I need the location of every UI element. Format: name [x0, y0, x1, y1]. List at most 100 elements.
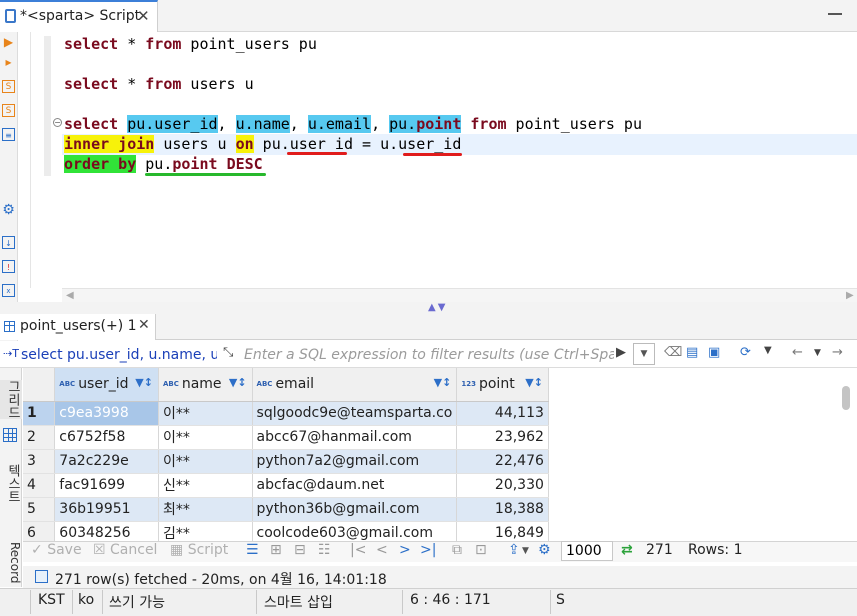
cell-user-id[interactable]: c9ea3998 [54, 401, 159, 426]
sql-line-4[interactable]: inner join users u on pu.user_id = u.use… [64, 135, 461, 153]
filter-history-dropdown[interactable]: ▼ [633, 343, 655, 365]
cell-point[interactable]: 18,388 [456, 497, 549, 522]
cell-point[interactable]: 20,330 [456, 473, 549, 498]
fetch-next-icon[interactable]: ⧉ [452, 542, 462, 558]
table-row[interactable]: 2 c6752f58 이** abcc67@hanmail.com 23,962 [23, 425, 857, 450]
results-tab[interactable]: point_users(+) 1 ✕ [0, 314, 156, 340]
filter-settings-icon[interactable]: ▣ [708, 345, 720, 360]
explain-plan-icon[interactable]: ≡ [2, 128, 15, 141]
execute-statement-icon[interactable]: ▶ [2, 36, 15, 49]
editor-horizontal-scrollbar[interactable] [62, 288, 857, 302]
last-page-icon[interactable]: >| [420, 542, 436, 558]
cell-name[interactable]: 이** [158, 449, 253, 474]
tab-grid-view[interactable]: 그리드 [0, 380, 22, 419]
gear-icon[interactable]: ⚙ [2, 203, 15, 217]
execute-script-new-tab-icon[interactable]: S [2, 104, 15, 117]
filter-expression-input[interactable] [244, 344, 614, 365]
row-number[interactable]: 1 [23, 401, 56, 426]
cell-email[interactable]: abcfac@daum.net [252, 473, 458, 498]
table-row[interactable]: 1 c9ea3998 이** sqlgoodc9e@teamsparta.co … [23, 401, 857, 426]
cell-name[interactable]: 최** [158, 497, 253, 522]
history-next-icon[interactable]: ▶ [616, 345, 626, 360]
cell-point[interactable]: 23,962 [456, 425, 549, 450]
cell-email[interactable]: python7a2@gmail.com [252, 449, 458, 474]
next-page-icon[interactable]: > [399, 542, 411, 558]
back-icon[interactable]: ← [792, 345, 803, 360]
minimize-icon[interactable] [826, 6, 846, 22]
chevron-down-icon[interactable]: ▼ [764, 345, 772, 356]
column-header-point[interactable]: 123 point ▼↕ [456, 368, 549, 402]
refresh-options-icon[interactable]: ⟳ [740, 345, 751, 360]
export-script-icon[interactable]: x [2, 284, 15, 297]
gear-icon[interactable]: ⚙ [538, 542, 551, 558]
sort-filter-icon[interactable]: ▼↕ [434, 376, 452, 389]
first-page-icon[interactable]: |< [350, 542, 366, 558]
cell-email[interactable]: python36b@gmail.com [252, 497, 458, 522]
cell-email[interactable]: abcc67@hanmail.com [252, 425, 458, 450]
grid-vertical-scrollbar[interactable] [842, 386, 850, 410]
table-row[interactable]: 3 7a2c229e 이** python7a2@gmail.com 22,47… [23, 449, 857, 474]
tab-text-view[interactable]: 텍스트 [0, 464, 22, 503]
save-button[interactable]: ✓ Save [31, 542, 82, 558]
expand-filter-icon[interactable]: ⤡ [223, 345, 233, 360]
cell-user-id[interactable]: fac91699 [54, 473, 159, 498]
previous-page-icon[interactable]: < [376, 542, 388, 558]
sort-filter-icon[interactable]: ▼↕ [525, 376, 543, 389]
tab-record-view[interactable]: Record [0, 542, 22, 583]
sort-filter-icon[interactable]: ▼↕ [229, 376, 247, 389]
delete-row-icon[interactable]: ☷ [318, 542, 331, 558]
chevron-down-icon[interactable]: ▼ [522, 546, 529, 556]
save-script-icon[interactable]: ! [2, 260, 15, 273]
refresh-icon[interactable]: ⇄ [621, 542, 633, 558]
add-row-icon[interactable]: ⊞ [270, 542, 282, 558]
column-header-name[interactable]: ABC name ▼↕ [158, 368, 253, 402]
fold-toggle-icon[interactable]: − [53, 118, 62, 127]
execute-script-icon[interactable]: S [2, 80, 15, 93]
row-number[interactable]: 6 [23, 521, 56, 541]
row-number[interactable]: 5 [23, 497, 56, 522]
close-icon[interactable]: ✕ [138, 317, 150, 333]
scroll-right-icon[interactable]: ▶ [846, 290, 854, 301]
grid-icon[interactable] [3, 428, 17, 442]
sql-line-1[interactable]: select * from point_users pu [64, 35, 317, 53]
forward-icon[interactable]: → [832, 345, 843, 360]
active-query-label[interactable]: select pu.user_id, u.name, u.email [21, 347, 217, 363]
row-number[interactable]: 2 [23, 425, 56, 450]
load-script-icon[interactable]: ↓ [2, 236, 15, 249]
cell-name[interactable]: 이** [158, 401, 253, 426]
cell-point[interactable]: 22,476 [456, 449, 549, 474]
maximize-restore-icon[interactable]: ▲▼ [428, 302, 447, 313]
save-filter-icon[interactable]: ▤ [686, 345, 698, 360]
sort-filter-icon[interactable]: ▼↕ [135, 376, 153, 389]
column-header-user-id[interactable]: ABC user_id ▼↕ [54, 368, 159, 402]
sql-line-5[interactable]: order by pu.point DESC [64, 155, 263, 173]
cancel-button[interactable]: ☒ Cancel [93, 542, 157, 558]
cell-email[interactable]: sqlgoodc9e@teamsparta.co [252, 401, 458, 426]
execute-in-new-tab-icon[interactable]: ▸ [2, 56, 15, 69]
cell-email[interactable]: coolcode603@gmail.com [252, 521, 458, 541]
close-icon[interactable]: ✕ [137, 7, 150, 25]
cell-point[interactable]: 16,849 [456, 521, 549, 541]
editor-tab-script[interactable]: *<sparta> Script ✕ [0, 0, 158, 32]
row-number[interactable]: 3 [23, 449, 56, 474]
export-icon[interactable]: ⇪ [508, 542, 520, 558]
fetch-size-input[interactable] [561, 541, 613, 561]
copy-row-icon[interactable]: ⊟ [294, 542, 306, 558]
fetch-all-icon[interactable]: ⊡ [475, 542, 487, 558]
edit-row-icon[interactable]: ☰ [246, 542, 259, 558]
column-header-email[interactable]: ABC email ▼↕ [252, 368, 458, 402]
cell-point[interactable]: 44,113 [456, 401, 549, 426]
cell-user-id[interactable]: 7a2c229e [54, 449, 159, 474]
table-row[interactable]: 6 60348256 김** coolcode603@gmail.com 16,… [23, 521, 857, 541]
cell-name[interactable]: 이** [158, 425, 253, 450]
table-row[interactable]: 5 36b19951 최** python36b@gmail.com 18,38… [23, 497, 857, 522]
cell-user-id[interactable]: 60348256 [54, 521, 159, 541]
cell-user-id[interactable]: 36b19951 [54, 497, 159, 522]
chevron-down-icon[interactable]: ▼ [814, 348, 821, 358]
row-number[interactable]: 4 [23, 473, 56, 498]
cell-user-id[interactable]: c6752f58 [54, 425, 159, 450]
sql-line-3[interactable]: select pu.user_id, u.name, u.email, pu.p… [64, 115, 642, 133]
cell-name[interactable]: 김** [158, 521, 253, 541]
results-grid[interactable]: ABC user_id ▼↕ ABC name ▼↕ ABC email ▼↕ 123… [23, 368, 857, 541]
table-row[interactable]: 4 fac91699 신** abcfac@daum.net 20,330 [23, 473, 857, 498]
